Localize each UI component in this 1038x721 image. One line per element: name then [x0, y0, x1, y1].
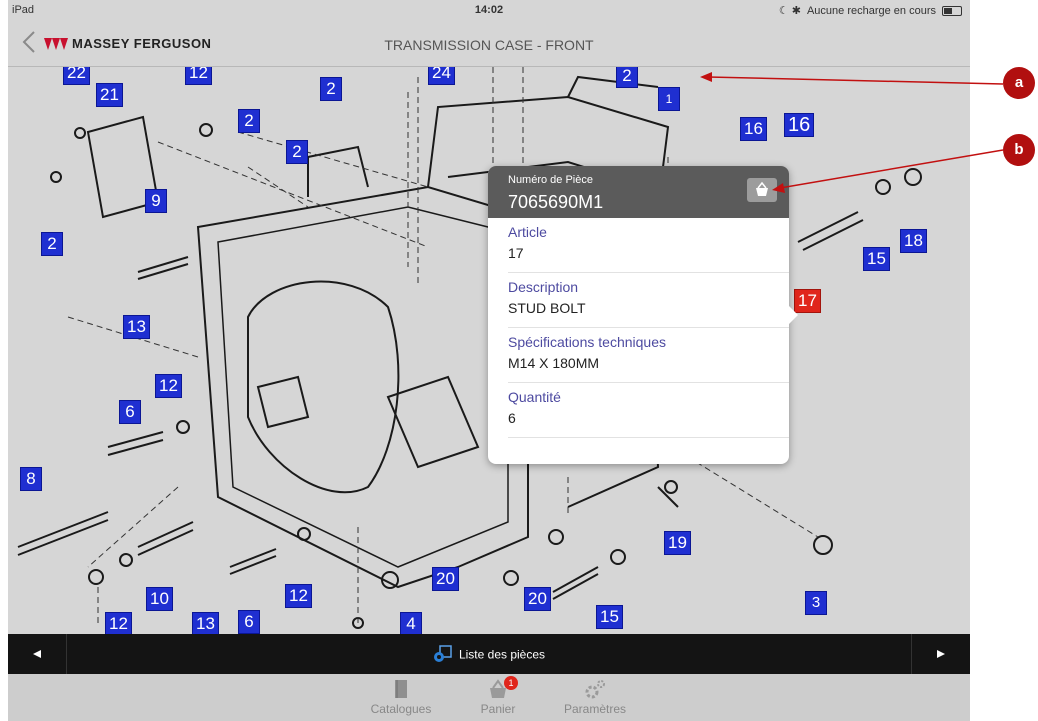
previous-page-button[interactable] [8, 634, 67, 674]
part-callout[interactable]: 2 [41, 232, 63, 256]
quantity-label: Quantité [508, 389, 561, 405]
part-callout[interactable]: 1 [658, 87, 680, 111]
tab-catalogues[interactable]: Catalogues [361, 678, 441, 716]
article-label: Article [508, 224, 547, 240]
part-callout[interactable]: 20 [432, 567, 459, 591]
part-callout[interactable]: 21 [96, 83, 123, 107]
cart-count-badge: 1 [504, 676, 518, 690]
parts-list-button[interactable]: Liste des pièces [8, 645, 970, 666]
part-callout[interactable]: 2 [320, 77, 342, 101]
brand-logo: MASSEY FERGUSON [44, 36, 211, 51]
part-callout[interactable]: 9 [145, 189, 167, 213]
part-callout[interactable]: 24 [428, 67, 455, 85]
part-callout-selected[interactable]: 17 [794, 289, 821, 313]
part-callout[interactable]: 2 [238, 109, 260, 133]
quantity-row: Quantité 6 [508, 383, 789, 438]
popover-header: Numéro de Pièce 7065690M1 [488, 166, 789, 218]
part-callout[interactable]: 6 [238, 610, 260, 634]
specifications-value: M14 X 180MM [508, 355, 600, 371]
specifications-row: Spécifications techniques M14 X 180MM [508, 328, 789, 383]
part-callout[interactable]: 12 [105, 612, 132, 634]
triple-triangle-logo-icon [44, 37, 68, 50]
part-callout[interactable]: 13 [192, 612, 219, 634]
part-callout[interactable]: 19 [664, 531, 691, 555]
tab-panier-label: Panier [480, 702, 516, 716]
parts-list-label: Liste des pièces [458, 647, 546, 662]
add-to-basket-button[interactable] [747, 178, 777, 202]
basket-icon [756, 181, 768, 196]
part-callout[interactable]: 18 [900, 229, 927, 253]
bluetooth-icon: ☾ ✱ [778, 5, 801, 17]
tab-catalogues-label: Catalogues [370, 702, 432, 716]
brand-name: MASSEY FERGUSON [72, 36, 212, 51]
back-icon[interactable] [22, 31, 36, 53]
book-icon [395, 680, 407, 698]
annotation-callout-b: b [1003, 134, 1035, 166]
description-row: Description STUD BOLT [508, 273, 789, 328]
part-callout[interactable]: 13 [123, 315, 150, 339]
description-label: Description [508, 279, 579, 295]
part-callout[interactable]: 15 [596, 605, 623, 629]
part-number-label: Numéro de Pièce [508, 174, 593, 186]
bottom-toolbar: Liste des pièces [8, 634, 970, 674]
part-callout[interactable]: 2 [286, 140, 308, 164]
status-bar: iPad 14:02 ☾ ✱ Aucune recharge en cours [8, 0, 970, 20]
part-detail-popover: Numéro de Pièce 7065690M1 Article 17 Des… [488, 166, 798, 464]
status-right: ☾ ✱ Aucune recharge en cours [779, 4, 962, 17]
part-callout[interactable]: 6 [119, 400, 141, 424]
part-callout[interactable]: 3 [805, 591, 827, 615]
part-callout[interactable]: 12 [155, 374, 182, 398]
tab-parametres-label: Paramètres [563, 702, 627, 716]
parts-list-icon [433, 645, 453, 666]
part-callout[interactable]: 12 [185, 67, 212, 85]
navigation-bar: MASSEY FERGUSON TRANSMISSION CASE - FRON… [8, 20, 970, 67]
triangle-left-icon [33, 650, 41, 658]
article-value: 17 [508, 245, 524, 261]
part-callout[interactable]: 20 [524, 587, 551, 611]
tab-parametres[interactable]: Paramètres [555, 678, 635, 716]
battery-icon [942, 5, 962, 16]
part-callout[interactable]: 12 [285, 584, 312, 608]
specifications-label: Spécifications techniques [508, 334, 666, 350]
charging-status: Aucune recharge en cours [806, 4, 936, 17]
part-callout[interactable]: 15 [863, 247, 890, 271]
part-callout[interactable]: 10 [146, 587, 173, 611]
article-row: Article 17 [508, 218, 789, 273]
gear-icon [585, 680, 605, 699]
part-callout[interactable]: 16 [784, 113, 815, 137]
part-callout[interactable]: 22 [63, 67, 90, 85]
tab-panier[interactable]: 1 Panier [458, 676, 538, 716]
triangle-right-icon [937, 650, 945, 658]
part-callout[interactable]: 8 [20, 467, 42, 491]
description-value: STUD BOLT [508, 300, 586, 316]
part-callout[interactable]: 2 [616, 67, 638, 88]
ipad-screen: iPad 14:02 ☾ ✱ Aucune recharge en cours … [8, 0, 970, 721]
part-callout[interactable]: 4 [400, 612, 422, 634]
part-callout[interactable]: 16 [740, 117, 767, 141]
next-page-button[interactable] [911, 634, 970, 674]
quantity-value: 6 [508, 410, 516, 426]
part-number-value: 7065690M1 [508, 192, 604, 212]
annotation-callout-a: a [1003, 67, 1035, 99]
tab-bar: Catalogues 1 Panier Paramètres [8, 674, 970, 721]
